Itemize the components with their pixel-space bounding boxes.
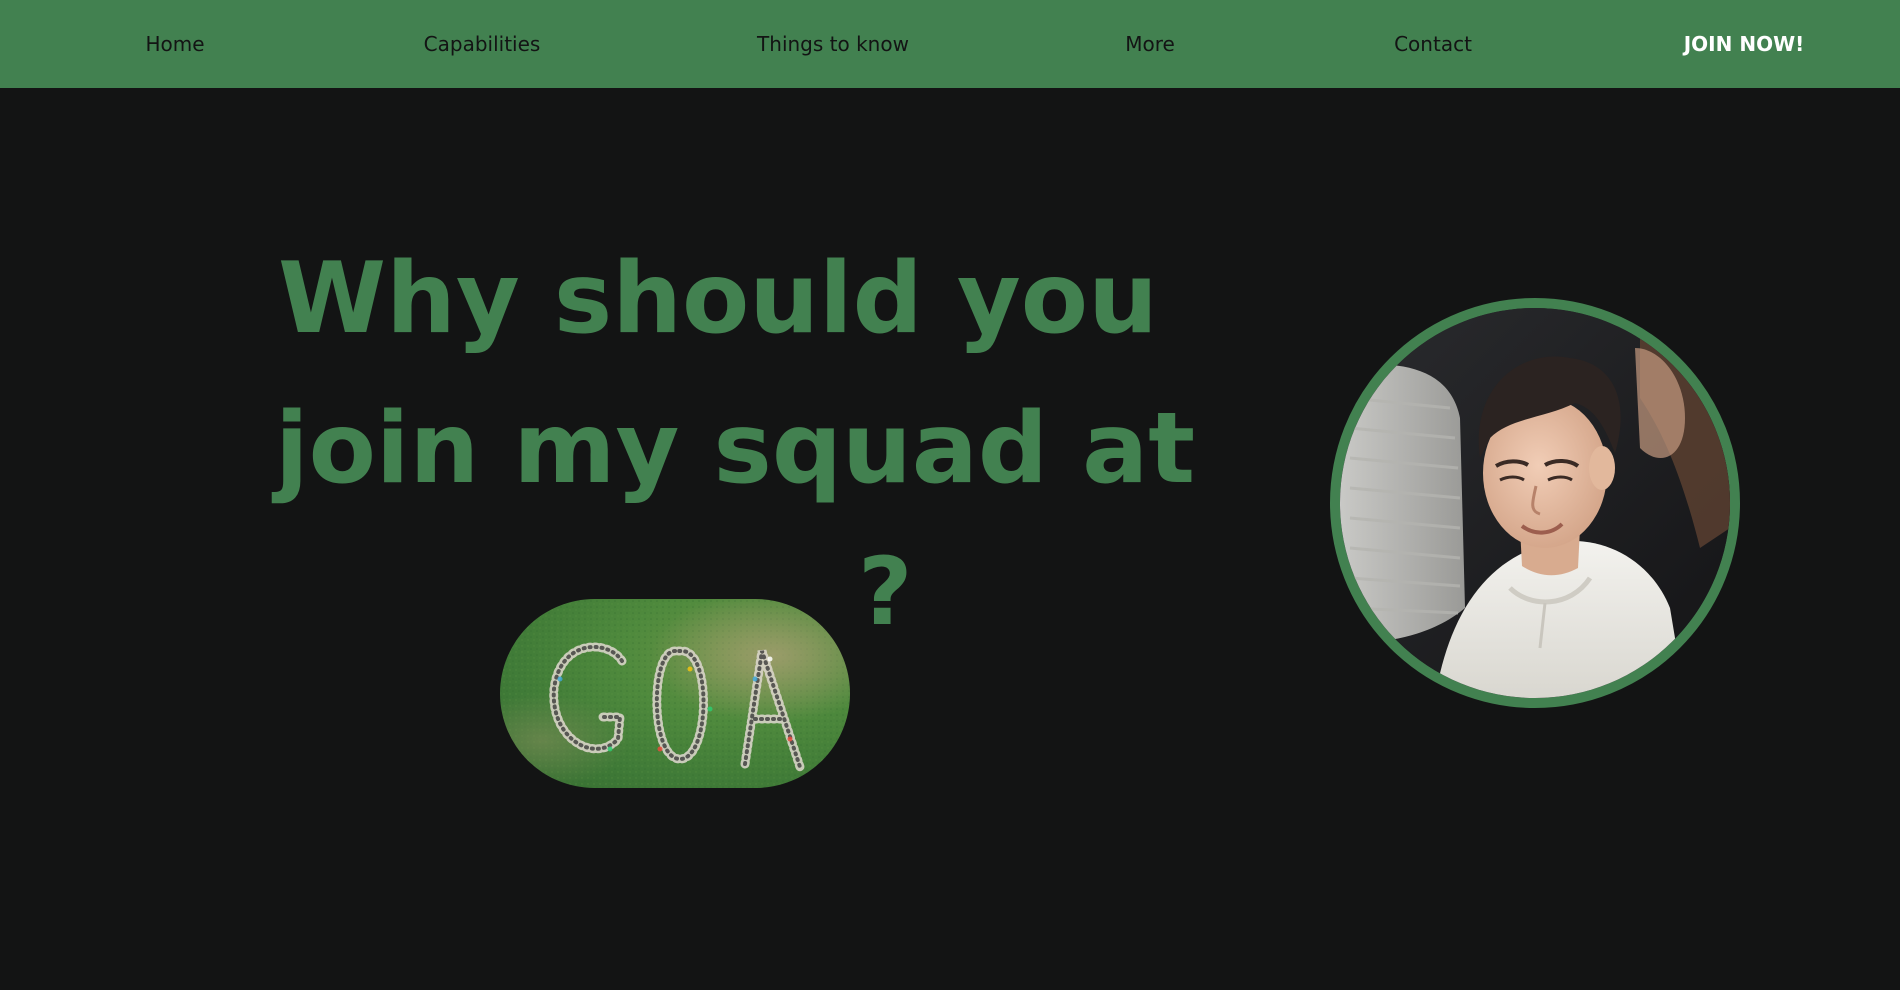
goa-aerial-photo: [500, 599, 850, 788]
top-navbar: Home Capabilities Things to know More Co…: [0, 0, 1900, 88]
nav-capabilities-link[interactable]: Capabilities: [424, 0, 541, 88]
hero-heading-line-1: Why should you: [278, 242, 1158, 356]
boy-portrait-photo: [1330, 298, 1740, 708]
nav-things-to-know-link[interactable]: Things to know: [757, 0, 909, 88]
hero-heading-line-2: join my squad at: [275, 392, 1196, 506]
nav-contact-link[interactable]: Contact: [1394, 0, 1472, 88]
hero-question-mark: ?: [858, 538, 913, 647]
nav-home-link[interactable]: Home: [145, 0, 204, 88]
join-now-button[interactable]: JOIN NOW!: [1684, 0, 1805, 88]
nav-more-link[interactable]: More: [1125, 0, 1175, 88]
